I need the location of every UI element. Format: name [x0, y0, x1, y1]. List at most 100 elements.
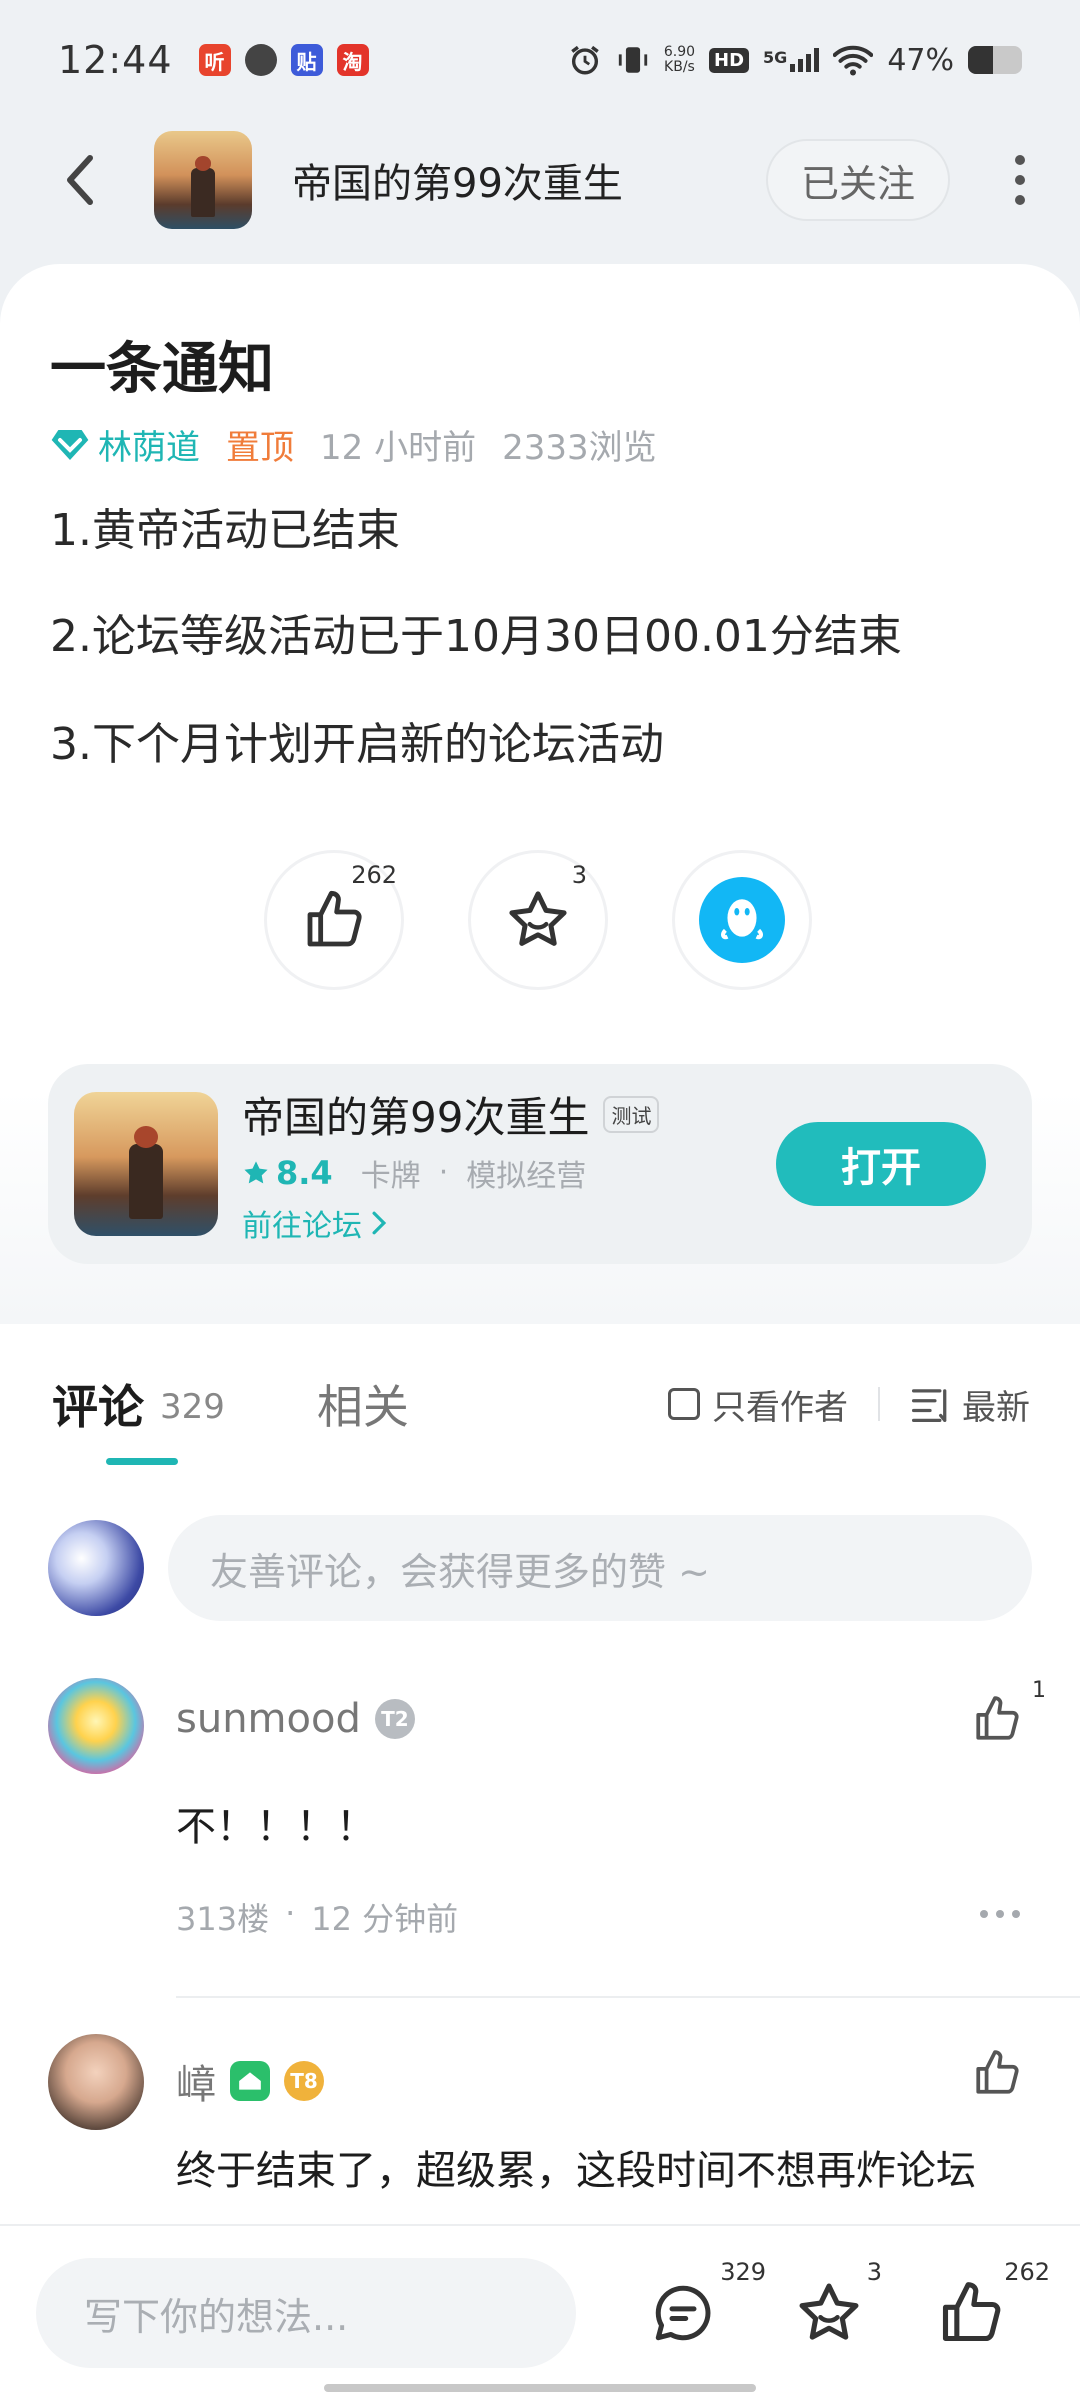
post-title: 一条通知	[50, 337, 274, 402]
status-indicators: 6.90 KB/s HD 5G 47%	[568, 43, 1022, 78]
comment-like-button[interactable]	[972, 1694, 1022, 1748]
comment-more-button[interactable]	[980, 1910, 1020, 1918]
favorites-count: 3	[866, 2258, 882, 2286]
like-count: 262	[351, 861, 397, 889]
forum-title: 帝国的第99次重生	[292, 161, 623, 207]
status-time: 12:44	[58, 38, 173, 82]
comment-username[interactable]: sunmood	[176, 1696, 361, 1742]
share-qq-button[interactable]	[672, 850, 812, 990]
signal-5g-icon: 5G	[763, 48, 820, 72]
open-game-button[interactable]: 打开	[776, 1122, 986, 1206]
author-only-checkbox[interactable]	[668, 1388, 700, 1420]
network-speed: 6.90 KB/s	[663, 44, 696, 75]
more-options-button[interactable]	[990, 139, 1050, 221]
like-button[interactable]: 262	[926, 2258, 1050, 2358]
game-genre: 模拟经营	[466, 1158, 587, 1194]
game-card-info: 帝国的第99次重生 测试 8.4 卡牌 · 模拟经营 前往论坛	[242, 1084, 660, 1245]
status-app-icons: 听 贴 淘	[198, 44, 369, 76]
tieba-app-icon: 贴	[290, 44, 323, 76]
post-body-line: 3.下个月计划开启新的论坛活动	[50, 719, 664, 770]
comment-tabs: 评论 329 相关 只看作者 最新	[0, 1364, 1080, 1444]
comments-count: 329	[720, 2258, 766, 2286]
comment-bubble-icon	[655, 2285, 711, 2341]
comments-section: 评论 329 相关 只看作者 最新 友善评论，会获得更多的赞 ~ sunmood…	[0, 1324, 1080, 2224]
comment-text: 不！！！！	[176, 1804, 376, 1850]
comment-time: 12 分钟前	[311, 1900, 459, 1938]
pinned-badge: 置顶	[226, 428, 294, 468]
vibrate-icon	[618, 47, 648, 73]
genre-separator: ·	[438, 1155, 449, 1190]
game-thumbnail[interactable]	[154, 131, 252, 229]
avatar[interactable]	[48, 2034, 144, 2130]
favorite-count: 3	[571, 861, 587, 889]
thumbs-up-icon	[307, 890, 362, 947]
comment-username[interactable]: 嶂	[176, 2052, 216, 2110]
likes-count: 262	[1004, 2258, 1050, 2286]
rating-star-icon	[244, 1160, 268, 1183]
comment-total-count: 329	[160, 1387, 225, 1427]
comment-user-row: 嶂 T8	[176, 2052, 324, 2110]
follow-button[interactable]: 已关注	[766, 139, 950, 221]
comment-floor: 313楼	[176, 1900, 270, 1938]
chevron-left-icon	[67, 155, 93, 205]
comment-item: 嶂 T8 终于结束了，超级累，这段时间不想再炸论坛	[0, 2008, 1080, 2224]
avatar[interactable]	[48, 1520, 144, 1616]
star-icon	[509, 891, 567, 946]
footer-separator: ·	[285, 1894, 296, 1932]
taobao-app-icon: 淘	[336, 44, 369, 76]
battery-icon	[968, 46, 1022, 74]
divider	[176, 1996, 1080, 1998]
post-author[interactable]: 林荫道	[98, 420, 200, 469]
diamond-icon	[51, 429, 89, 460]
divider	[878, 1387, 880, 1421]
avatar[interactable]	[48, 1678, 144, 1774]
game-card[interactable]: 帝国的第99次重生 测试 8.4 卡牌 · 模拟经营 前往论坛 打开	[48, 1064, 1032, 1264]
message-app-icon	[244, 44, 277, 76]
tab-comments[interactable]: 评论	[52, 1371, 144, 1437]
level-badge: T2	[374, 1699, 415, 1739]
wifi-icon	[833, 45, 874, 76]
comment-like-count: 1	[1032, 1678, 1046, 1703]
post-views: 2333浏览	[502, 428, 657, 468]
game-score: 8.4	[276, 1153, 333, 1192]
comment-text: 终于结束了，超级累，这段时间不想再炸论坛	[176, 2148, 976, 2194]
favorite-button[interactable]: 3	[468, 850, 608, 990]
game-genre: 卡牌	[360, 1158, 421, 1194]
battery-percent: 47%	[887, 42, 954, 78]
author-only-filter[interactable]: 只看作者	[668, 1380, 848, 1429]
post-meta: 林荫道 置顶 12 小时前 2333浏览	[50, 420, 657, 469]
fan-badge-icon	[230, 2061, 270, 2101]
chevron-right-icon	[372, 1211, 387, 1234]
comment-footer: 313楼 · 12 分钟前	[176, 1894, 458, 1940]
tab-related[interactable]: 相关	[317, 1371, 409, 1437]
sort-icon	[912, 1389, 947, 1422]
test-tag: 测试	[603, 1095, 660, 1133]
sort-latest-button[interactable]: 最新	[910, 1380, 1030, 1429]
favorite-button[interactable]: 3	[784, 2258, 882, 2358]
level-badge: T8	[284, 2061, 324, 2101]
comment-input[interactable]: 友善评论，会获得更多的赞 ~	[168, 1515, 1032, 1621]
status-bar: 12:44 听 贴 淘 6.90 KB/s HD 5G 47%	[0, 0, 1080, 120]
back-button[interactable]	[50, 150, 110, 210]
like-button[interactable]: 262	[264, 850, 404, 990]
comments-button[interactable]: 329	[638, 2258, 766, 2358]
thumbs-up-icon	[976, 2050, 1019, 2094]
go-to-forum-link[interactable]: 前往论坛	[242, 1201, 659, 1245]
comment-user-row: sunmood T2	[176, 1696, 415, 1742]
listen-app-icon: 听	[198, 44, 231, 76]
reply-input[interactable]: 写下你的想法...	[36, 2258, 576, 2368]
post-body-line: 2.论坛等级活动已于10月30日00.01分结束	[50, 611, 902, 662]
post-reactions: 262 3	[264, 850, 812, 990]
qq-icon	[699, 877, 785, 963]
star-icon	[799, 2283, 859, 2340]
alarm-icon	[571, 45, 599, 75]
active-tab-indicator	[106, 1458, 178, 1465]
thumbs-up-icon	[976, 1696, 1019, 1740]
game-card-thumbnail	[74, 1092, 218, 1236]
comment-like-button[interactable]	[972, 2048, 1022, 2102]
home-indicator[interactable]	[324, 2384, 756, 2392]
post-body-line: 1.黄帝活动已结束	[50, 505, 400, 556]
bottom-action-bar: 写下你的想法... 329 3 262	[0, 2224, 1080, 2400]
post-time: 12 小时前	[320, 428, 477, 468]
comment-item: sunmood T2 1 不！！！！ 313楼 · 12 分钟前	[0, 1678, 1080, 2008]
